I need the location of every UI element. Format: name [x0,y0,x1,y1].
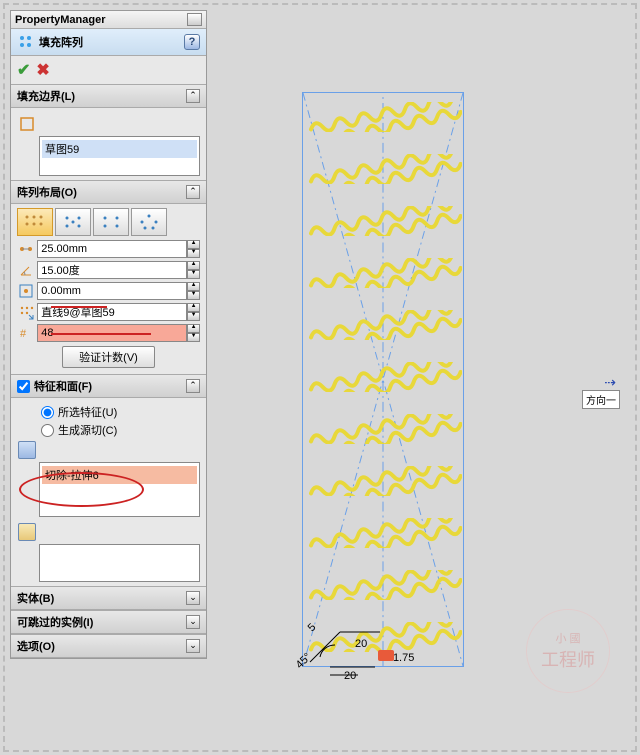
feature-item[interactable]: 切除-拉伸6 [42,466,197,484]
count-spinner[interactable]: ▲▼ [187,324,200,342]
cancel-button[interactable]: ✖ [36,60,49,80]
dim-angle: 45° [294,651,314,671]
boundary-select-icon [17,115,37,133]
angle-spinner[interactable]: ▲▼ [187,261,200,279]
direction-tag: 方向一 [582,390,620,409]
boundary-item[interactable]: 草图59 [42,140,197,158]
layout-polygon-button[interactable] [131,208,167,236]
angle-input[interactable] [37,261,187,279]
skip-label: 可跳过的实例(I) [17,614,186,630]
margin-icon [17,282,35,300]
watermark-top: 小 國 [555,630,580,646]
boundary-section-header[interactable]: 填充边界(L) ⌃ [11,84,206,108]
face-select-icon [17,523,37,541]
feature-list[interactable]: 切除-拉伸6 [39,462,200,517]
pm-header: PropertyManager [11,11,206,29]
layout-circular-button[interactable] [55,208,91,236]
svg-text:#: # [20,328,27,340]
selected-feature-label: 所选特征(U) [58,404,117,420]
options-section-header[interactable]: 选项(O) ⌄ [11,634,206,658]
options-label: 选项(O) [17,638,186,654]
direction-icon [17,303,35,321]
fill-pattern-icon [17,33,35,51]
feature-title: 填充阵列 [39,34,184,50]
layout-perforation-button[interactable] [17,208,53,236]
direction-input[interactable] [37,303,187,321]
spacing-icon [17,240,35,258]
chevron-up-icon: ⌃ [186,379,200,393]
property-manager-panel: PropertyManager 填充阵列 ? ✔ ✖ 填充边界(L) ⌃ 草图5… [10,10,207,659]
count-icon: # [17,324,35,342]
chevron-up-icon: ⌃ [186,185,200,199]
bodies-label: 实体(B) [17,590,186,606]
spacing-spinner[interactable]: ▲▼ [187,240,200,258]
verify-count-button[interactable]: 验证计数(V) [62,346,155,368]
spacing-input[interactable] [37,240,187,258]
margin-spinner[interactable]: ▲▼ [187,282,200,300]
graphics-viewport[interactable]: // rows rendered below via JS after data… [210,12,628,743]
face-list[interactable] [39,544,200,582]
dimension-callouts: 45° 20 20 5 R1.75 [300,627,500,700]
feature-face-label: 特征和面(F) [34,378,186,394]
seed-cut-radio[interactable] [41,424,54,437]
chevron-down-icon: ⌄ [186,591,200,605]
chevron-down-icon: ⌄ [186,639,200,653]
feature-face-checkbox[interactable] [17,380,30,393]
dim-d1: 20 [355,638,367,650]
boundary-list[interactable]: 草图59 [39,136,200,176]
skip-section-header[interactable]: 可跳过的实例(I) ⌄ [11,610,206,634]
seed-cut-label: 生成源切(C) [58,422,117,438]
dim-d2: 20 [344,670,356,682]
watermark: 小 國 工程师 [526,609,610,693]
feature-face-section-header[interactable]: 特征和面(F) ⌃ [11,374,206,398]
feature-title-bar: 填充阵列 ? [11,29,206,56]
ok-cancel-bar: ✔ ✖ [11,56,206,84]
ok-button[interactable]: ✔ [17,60,30,80]
selected-feature-radio[interactable] [41,406,54,419]
margin-input[interactable] [37,282,187,300]
feature-select-icon [17,441,37,459]
direction-arrow-icon: ⇢ [604,374,616,391]
layout-section-header[interactable]: 阵列布局(O) ⌃ [11,180,206,204]
chevron-up-icon: ⌃ [186,89,200,103]
watermark-bottom: 工程师 [541,646,595,672]
count-input[interactable] [37,324,187,342]
direction-spinner[interactable]: ▲▼ [187,303,200,321]
layout-label: 阵列布局(O) [17,184,186,200]
layout-type-buttons [17,208,200,236]
help-button[interactable]: ? [184,34,200,50]
bodies-section-header[interactable]: 实体(B) ⌄ [11,586,206,610]
layout-square-button[interactable] [93,208,129,236]
angle-icon [17,261,35,279]
pm-title: PropertyManager [15,14,185,26]
pin-icon[interactable] [187,13,202,26]
boundary-label: 填充边界(L) [17,88,186,104]
chevron-down-icon: ⌄ [186,615,200,629]
